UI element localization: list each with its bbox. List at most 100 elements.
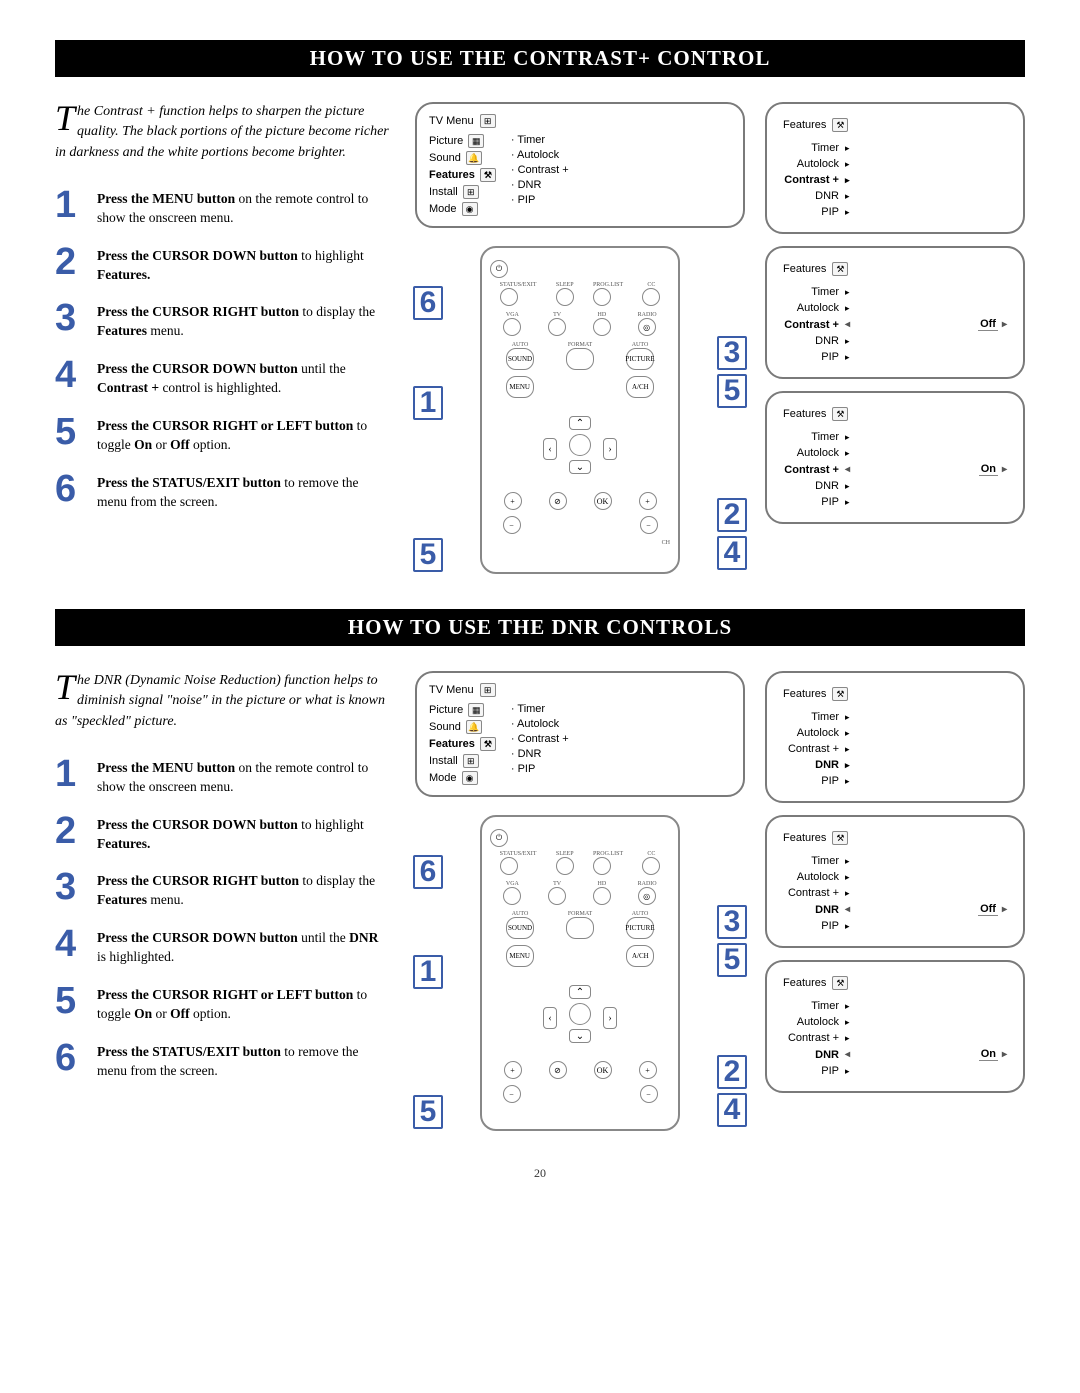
step-6: 6Press the STATUS/EXIT button to remove … [55, 1040, 390, 1081]
btn-label: SLEEP [556, 282, 574, 288]
step-number: 3 [55, 869, 97, 905]
menu-title: Features [783, 688, 826, 700]
menu-title: Features [783, 832, 826, 844]
features-menu-2: Features ⚒ Timer▸ Autolock▸ Contrast +◂O… [765, 246, 1025, 379]
arrow-left-icon: ◂ [845, 319, 850, 330]
section-contrast: HOW TO USE THE CONTRAST+ CONTROL The Con… [55, 40, 1025, 574]
menu-item: Timer [783, 855, 845, 867]
text-column: The DNR (Dynamic Noise Reduction) functi… [55, 671, 390, 1131]
submenu-item: Autolock [511, 149, 569, 161]
cc-button [642, 857, 660, 875]
step-1: 1Press the MENU button on the remote con… [55, 187, 390, 228]
step-text: Press the CURSOR DOWN button until the C… [97, 357, 390, 398]
remote-body: ⏻ STATUS/EXIT SLEEP PROG.LIST CC VGA TV … [480, 815, 680, 1131]
tv-icon: ⊞ [480, 683, 496, 697]
tv-menu-title: TV Menu [429, 684, 474, 696]
arrow-right-icon: ▸ [1002, 319, 1007, 330]
submenu-item: Timer [511, 703, 569, 715]
cursor-up-icon: ⌃ [569, 416, 591, 430]
toggle-value: Off [978, 903, 998, 916]
btn-label: VGA [503, 312, 521, 318]
menu-title: Features [783, 977, 826, 989]
btn-label: PROG.LIST [593, 851, 623, 857]
menu-item: Autolock [783, 1016, 845, 1028]
menu-item: PIP [783, 351, 845, 363]
cursor-down-icon: ⌄ [569, 460, 591, 474]
step-number: 2 [55, 244, 97, 280]
menu-item: Sound 🔔 [429, 151, 496, 165]
btn-label: VGA [503, 881, 521, 887]
mode-icon: ◉ [462, 771, 478, 785]
tv-icon: ⊞ [480, 114, 496, 128]
screens-column: Features ⚒ Timer▸ Autolock▸ Contrast +▸ … [765, 671, 1025, 1131]
callout-2: 2 [717, 498, 747, 532]
btn-label: FORMAT [566, 911, 594, 917]
btn-label: AUTO [506, 342, 534, 348]
dropcap: T [55, 671, 77, 703]
btn-label: RADIO [638, 881, 657, 887]
step-text: Press the CURSOR DOWN button to highligh… [97, 813, 390, 854]
menu-item: Autolock [783, 727, 845, 739]
ok-button [569, 434, 591, 456]
submenu-item: DNR [511, 179, 569, 191]
menu-item-selected: Features ⚒ [429, 168, 496, 182]
step-text: Press the CURSOR RIGHT button to display… [97, 869, 390, 910]
features-icon: ⚒ [480, 737, 496, 751]
features-menu-1: Features ⚒ Timer▸ Autolock▸ Contrast +▸ … [765, 102, 1025, 234]
hd-button [593, 887, 611, 905]
format-button [566, 917, 594, 939]
step-text: Press the MENU button on the remote cont… [97, 756, 390, 797]
text-column: The Contrast + function helps to sharpen… [55, 102, 390, 574]
btn-label: CC [642, 851, 660, 857]
picture-icon: ▦ [468, 703, 484, 717]
arrow-right-icon: ▸ [845, 191, 855, 202]
screens-column: Features ⚒ Timer▸ Autolock▸ Contrast +▸ … [765, 102, 1025, 574]
hd-button [593, 318, 611, 336]
picture-button: PICTURE [626, 917, 654, 939]
cc-button [642, 288, 660, 306]
step-text: Press the STATUS/EXIT button to remove t… [97, 1040, 390, 1081]
sound-icon: 🔔 [466, 151, 482, 165]
power-icon: ⏻ [490, 260, 508, 278]
intro-paragraph: The DNR (Dynamic Noise Reduction) functi… [55, 671, 390, 732]
menu-item: Contrast + [783, 887, 845, 899]
section-title: HOW TO USE THE DNR CONTROLS [55, 609, 1025, 646]
tv-button [548, 318, 566, 336]
callout-5: 5 [413, 1095, 443, 1129]
menu-item: Autolock [783, 158, 845, 170]
ch-up-button: + [639, 1061, 657, 1079]
btn-label: TV [548, 881, 566, 887]
menu-item: DNR [783, 190, 845, 202]
features-menu-1: Features ⚒ Timer▸ Autolock▸ Contrast +▸ … [765, 671, 1025, 803]
step-number: 4 [55, 357, 97, 393]
features-icon: ⚒ [832, 831, 848, 845]
cursor-up-icon: ⌃ [569, 985, 591, 999]
diagram-column: TV Menu ⊞ Picture ▦ Sound 🔔 Features ⚒ I… [415, 102, 745, 574]
step-number: 6 [55, 1040, 97, 1076]
page-number: 20 [55, 1166, 1025, 1181]
vol-down-button: − [503, 1085, 521, 1103]
menu-item: Install [429, 755, 458, 767]
submenu-item: PIP [511, 194, 569, 206]
arrow-right-icon: ▸ [845, 175, 855, 186]
ch-down-button: − [640, 516, 658, 534]
step-number: 1 [55, 187, 97, 223]
diagram-column: TV Menu ⊞ Picture ▦ Sound 🔔 Features ⚒ I… [415, 671, 745, 1131]
menu-item-selected: Features [429, 738, 475, 750]
steps-list: 1Press the MENU button on the remote con… [55, 756, 390, 1081]
intro-text: he Contrast + function helps to sharpen … [55, 104, 389, 160]
btn-label: STATUS/EXIT [500, 851, 537, 857]
menu-item: Mode [429, 772, 457, 784]
dpad: ⌃ ⌄ ‹ › [539, 404, 621, 486]
vol-up-button: + [504, 1061, 522, 1079]
menu-item: PIP [783, 1065, 845, 1077]
tv-main-menu: Picture ▦ Sound 🔔 Features ⚒ Install ⊞ M… [429, 703, 496, 785]
submenu-item: PIP [511, 763, 569, 775]
callout-3: 3 [717, 905, 747, 939]
step-number: 3 [55, 300, 97, 336]
menu-item: DNR [783, 335, 845, 347]
menu-item-selected: Contrast + [783, 464, 845, 476]
btn-label: TV [548, 312, 566, 318]
features-icon: ⚒ [832, 976, 848, 990]
sleep-button [556, 857, 574, 875]
